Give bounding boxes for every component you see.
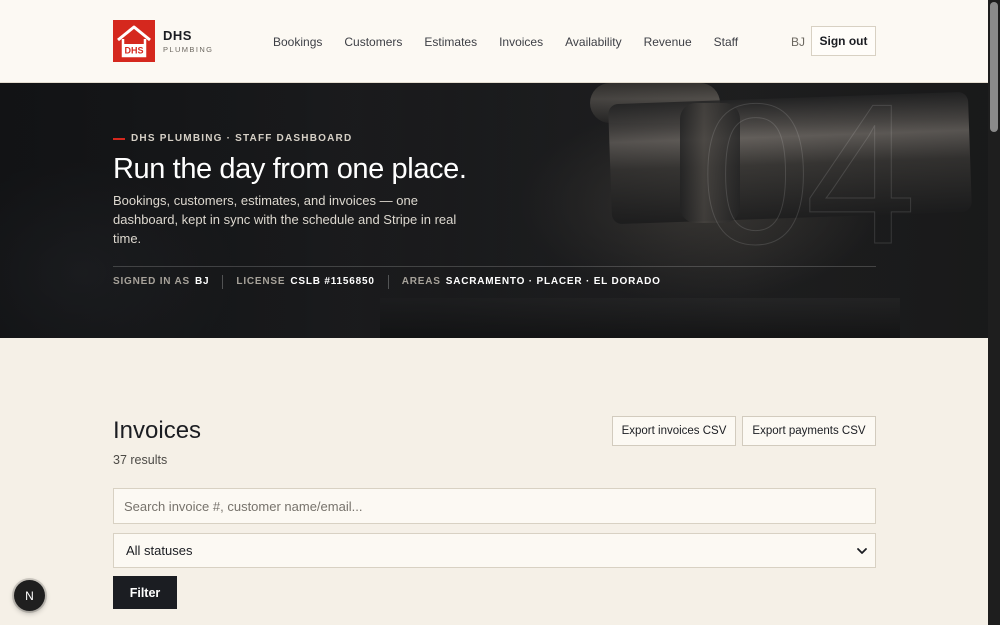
eyebrow-accent-dash xyxy=(113,138,125,140)
meta-license-label: LICENSE xyxy=(236,276,286,287)
nav-bookings[interactable]: Bookings xyxy=(273,35,322,49)
main-nav: Bookings Customers Estimates Invoices Av… xyxy=(273,35,760,49)
nav-availability[interactable]: Availability xyxy=(565,35,621,49)
meta-areas-label: AREAS xyxy=(401,276,441,287)
invoice-search-input[interactable] xyxy=(113,488,876,524)
invoices-title: Invoices xyxy=(113,417,202,444)
hero-decorative-number: 04 xyxy=(699,83,916,286)
brand-subtitle: PLUMBING xyxy=(163,44,214,54)
hero-eyebrow: DHS PLUMBING · STAFF DASHBOARD xyxy=(113,133,352,145)
status-filter-value: All statuses xyxy=(126,543,193,558)
nav-invoices[interactable]: Invoices xyxy=(499,35,543,49)
meta-license-value: CSLB #1156850 xyxy=(290,276,375,287)
export-invoices-csv-button[interactable]: Export invoices CSV xyxy=(612,416,736,446)
brand-name: DHS xyxy=(163,27,192,43)
hero-divider xyxy=(113,266,876,267)
house-logo-icon: DHS xyxy=(113,20,155,62)
site-header: DHS DHS PLUMBING Bookings Customers Esti… xyxy=(0,0,988,83)
hero-title: Run the day from one place. xyxy=(113,153,467,185)
nav-revenue[interactable]: Revenue xyxy=(644,35,692,49)
nav-estimates[interactable]: Estimates xyxy=(424,35,477,49)
hero-meta: SIGNED IN AS BJ LICENSE CSLB #1156850 AR… xyxy=(113,275,661,289)
hero-description: Bookings, customers, estimates, and invo… xyxy=(113,193,457,246)
user-initials: BJ xyxy=(791,35,806,49)
logo-mark-text: DHS xyxy=(124,46,143,56)
meta-signed-in-label: SIGNED IN AS xyxy=(113,276,191,287)
filter-button[interactable]: Filter xyxy=(113,576,177,609)
nav-customers[interactable]: Customers xyxy=(344,35,402,49)
nav-staff[interactable]: Staff xyxy=(714,35,738,49)
scrollbar-thumb[interactable] xyxy=(990,2,998,132)
meta-signed-in-value: BJ xyxy=(195,276,210,287)
page-scrollbar[interactable] xyxy=(988,0,1000,625)
status-filter-select[interactable]: All statuses xyxy=(113,533,876,568)
invoices-result-count: 37 results xyxy=(113,453,168,467)
sign-out-button[interactable]: Sign out xyxy=(811,26,876,56)
meta-separator xyxy=(222,275,224,289)
hero-eyebrow-text: DHS PLUMBING · STAFF DASHBOARD xyxy=(131,133,353,144)
chevron-down-icon xyxy=(857,548,867,554)
export-payments-csv-button[interactable]: Export payments CSV xyxy=(742,416,876,446)
hero-banner: 04 DHS PLUMBING · STAFF DASHBOARD Run th… xyxy=(0,83,988,338)
meta-areas-value: SACRAMENTO · PLACER · EL DORADO xyxy=(445,276,661,287)
dev-tools-badge[interactable]: N xyxy=(14,580,45,611)
brand-logo[interactable]: DHS DHS PLUMBING xyxy=(113,20,213,62)
meta-separator xyxy=(387,275,389,289)
